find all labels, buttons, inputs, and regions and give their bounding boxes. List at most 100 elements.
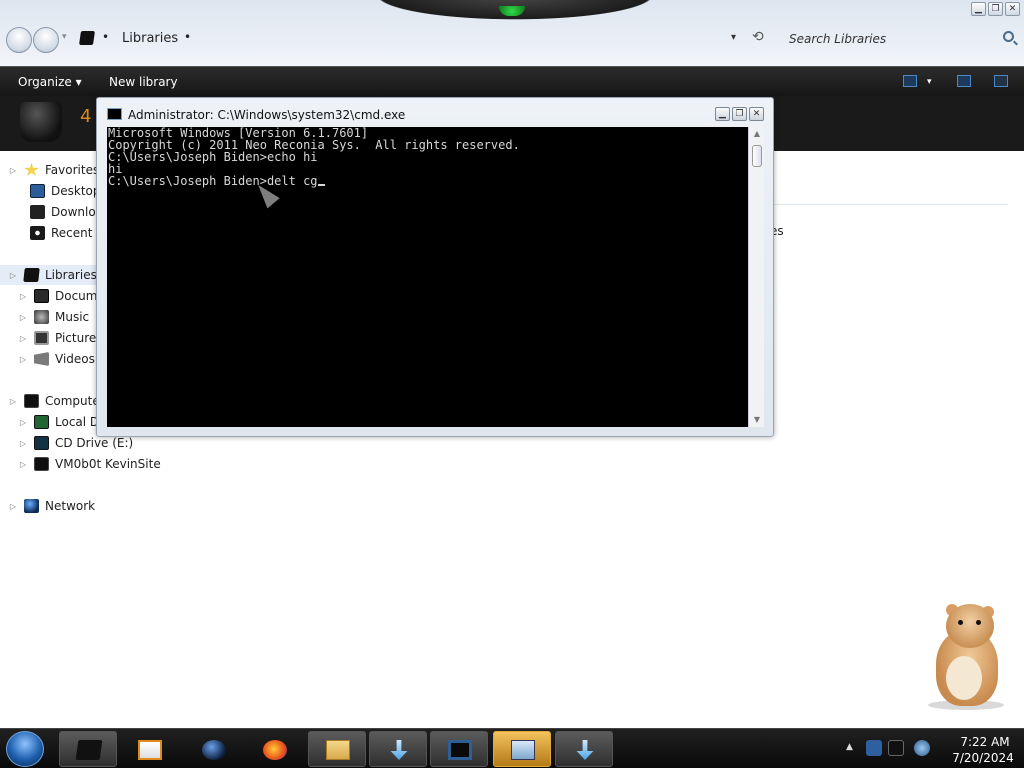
taskbar-button-window-app[interactable] (493, 731, 551, 767)
expand-icon[interactable]: ▷ (18, 460, 28, 469)
expand-icon[interactable]: ▷ (18, 334, 28, 343)
command-bar: Organize ▾ New library ▾ (0, 66, 1024, 96)
scroll-up-icon[interactable]: ▲ (749, 127, 765, 141)
nav-item-label: Network (45, 499, 96, 513)
back-button[interactable] (6, 27, 32, 53)
nav-item-documents[interactable]: ▷ Docume (18, 286, 105, 306)
nav-item-favorites[interactable]: ▷ Favorites (8, 160, 99, 180)
taskbar-button-folder[interactable] (308, 731, 366, 767)
cmd-icon[interactable] (107, 108, 122, 120)
maximize-button[interactable]: ❐ (988, 2, 1003, 16)
text-cursor (317, 184, 325, 186)
videos-icon (34, 352, 49, 366)
organize-button[interactable]: Organize ▾ (18, 75, 82, 89)
music-icon (34, 310, 49, 324)
cmd-title-bar[interactable]: Administrator: C:\Windows\system32\cmd.e… (97, 98, 773, 126)
console-input-line[interactable]: C:\Users\Joseph Biden>delt cg (108, 175, 520, 187)
cmd-scrollbar[interactable]: ▲ ▼ (748, 127, 764, 427)
address-separator-trailing[interactable]: • (184, 30, 191, 44)
view-options-icon[interactable] (903, 75, 917, 87)
console-current-command: C:\Users\Joseph Biden>delt cg (108, 174, 318, 188)
nav-item-recent-places[interactable]: Recent P (30, 223, 104, 243)
taskbar-button-firefox[interactable] (245, 731, 303, 767)
forward-button[interactable] (33, 27, 59, 53)
address-separator[interactable]: • (102, 30, 109, 44)
nav-item-desktop[interactable]: Desktop (30, 181, 101, 201)
download-arrow-icon (390, 740, 408, 760)
expand-icon[interactable]: ▷ (18, 418, 28, 427)
expand-icon[interactable]: ▷ (8, 166, 18, 175)
explorer-title-frame: ▁ ❐ ✕ ▾ • Libraries • ▾ ⟲ (0, 0, 1024, 66)
cmd-window-controls: ▁ ❐ ✕ (715, 107, 764, 121)
address-dropdown-icon[interactable]: ▾ (731, 32, 736, 43)
taskbar-button-cmd[interactable] (430, 731, 488, 767)
folder-icon (326, 740, 350, 760)
nav-item-label: Music (55, 310, 90, 324)
library-count-text: 4 (80, 106, 92, 127)
cmd-minimize-button[interactable]: ▁ (715, 107, 730, 121)
search-icon[interactable] (1003, 31, 1014, 42)
documents-icon (34, 289, 49, 303)
network-tray-icon[interactable] (914, 740, 930, 756)
recent-pages-chevron-icon[interactable]: ▾ (62, 32, 67, 42)
libraries-hero-icon (20, 102, 62, 142)
nav-item-libraries[interactable]: ▷ Libraries (0, 265, 100, 285)
tray-monitor-icon[interactable] (888, 740, 904, 756)
search-box (780, 28, 1020, 50)
hamster-gadget[interactable] (924, 604, 1008, 710)
cmd-screen-icon (448, 740, 472, 760)
cmd-window[interactable]: Administrator: C:\Windows\system32\cmd.e… (96, 97, 774, 437)
expand-icon[interactable]: ▷ (18, 355, 28, 364)
new-library-button[interactable]: New library (109, 75, 178, 89)
nav-item-label: CD Drive (E:) (55, 436, 134, 450)
expand-icon[interactable]: ▷ (18, 439, 28, 448)
taskbar-button-globe[interactable] (184, 731, 242, 767)
taskbar-button-libraries[interactable] (59, 731, 117, 767)
help-icon[interactable] (994, 75, 1008, 87)
taskbar-button-download-2[interactable] (555, 731, 613, 767)
scroll-down-icon[interactable]: ▼ (749, 413, 765, 427)
navigation-bar: ▾ • Libraries • ▾ ⟲ (0, 24, 1024, 54)
start-button[interactable] (6, 731, 44, 767)
nav-item-videos[interactable]: ▷ Videos (18, 349, 95, 369)
hamster-eye (976, 620, 981, 625)
clock-date[interactable]: 7/20/2024 (946, 751, 1020, 765)
expand-icon[interactable]: ▷ (8, 397, 18, 406)
expand-icon[interactable]: ▷ (18, 292, 28, 301)
taskbar: ▲ 7:22 AM 7/20/2024 (0, 728, 1024, 768)
expand-icon[interactable]: ▷ (18, 313, 28, 322)
expand-icon[interactable]: ▷ (8, 502, 18, 511)
downloads-icon (30, 205, 45, 219)
window-app-icon (511, 740, 535, 760)
nav-item-pictures[interactable]: ▷ Pictures (18, 328, 103, 348)
firefox-icon (263, 740, 287, 760)
nav-item-music[interactable]: ▷ Music (18, 307, 89, 327)
nav-item-network[interactable]: ▷ Network (8, 496, 95, 516)
nav-item-label: Favorites (45, 163, 100, 177)
expand-icon[interactable]: ▷ (8, 271, 18, 280)
download-arrow-icon (576, 740, 594, 760)
scrollbar-thumb[interactable] (752, 145, 762, 167)
cd-drive-icon (34, 436, 49, 450)
search-input[interactable] (780, 28, 1020, 50)
content-divider (770, 204, 1008, 205)
hamster-belly (946, 656, 982, 700)
view-dropdown-icon[interactable]: ▾ (927, 77, 932, 87)
address-crumb-libraries[interactable]: Libraries (122, 31, 178, 46)
refresh-icon[interactable]: ⟲ (752, 29, 764, 45)
clock-time[interactable]: 7:22 AM (950, 735, 1020, 749)
libraries-icon (23, 268, 40, 282)
minimize-button[interactable]: ▁ (971, 2, 986, 16)
taskbar-button-media-player[interactable] (120, 731, 178, 767)
cmd-maximize-button[interactable]: ❐ (732, 107, 747, 121)
preview-pane-icon[interactable] (957, 75, 971, 87)
tray-app-icon[interactable] (866, 740, 882, 756)
show-hidden-icons-chevron-icon[interactable]: ▲ (846, 742, 856, 754)
cmd-close-button[interactable]: ✕ (749, 107, 764, 121)
cmd-console[interactable]: Microsoft Windows [Version 6.1.7601] Copy… (107, 127, 748, 427)
nav-item-network-drive[interactable]: ▷ VM0b0t KevinSite (18, 454, 161, 474)
nav-item-computer[interactable]: ▷ Computer (8, 391, 105, 411)
nav-item-downloads[interactable]: Downloa (30, 202, 103, 222)
close-button[interactable]: ✕ (1005, 2, 1020, 16)
taskbar-button-download-1[interactable] (369, 731, 427, 767)
